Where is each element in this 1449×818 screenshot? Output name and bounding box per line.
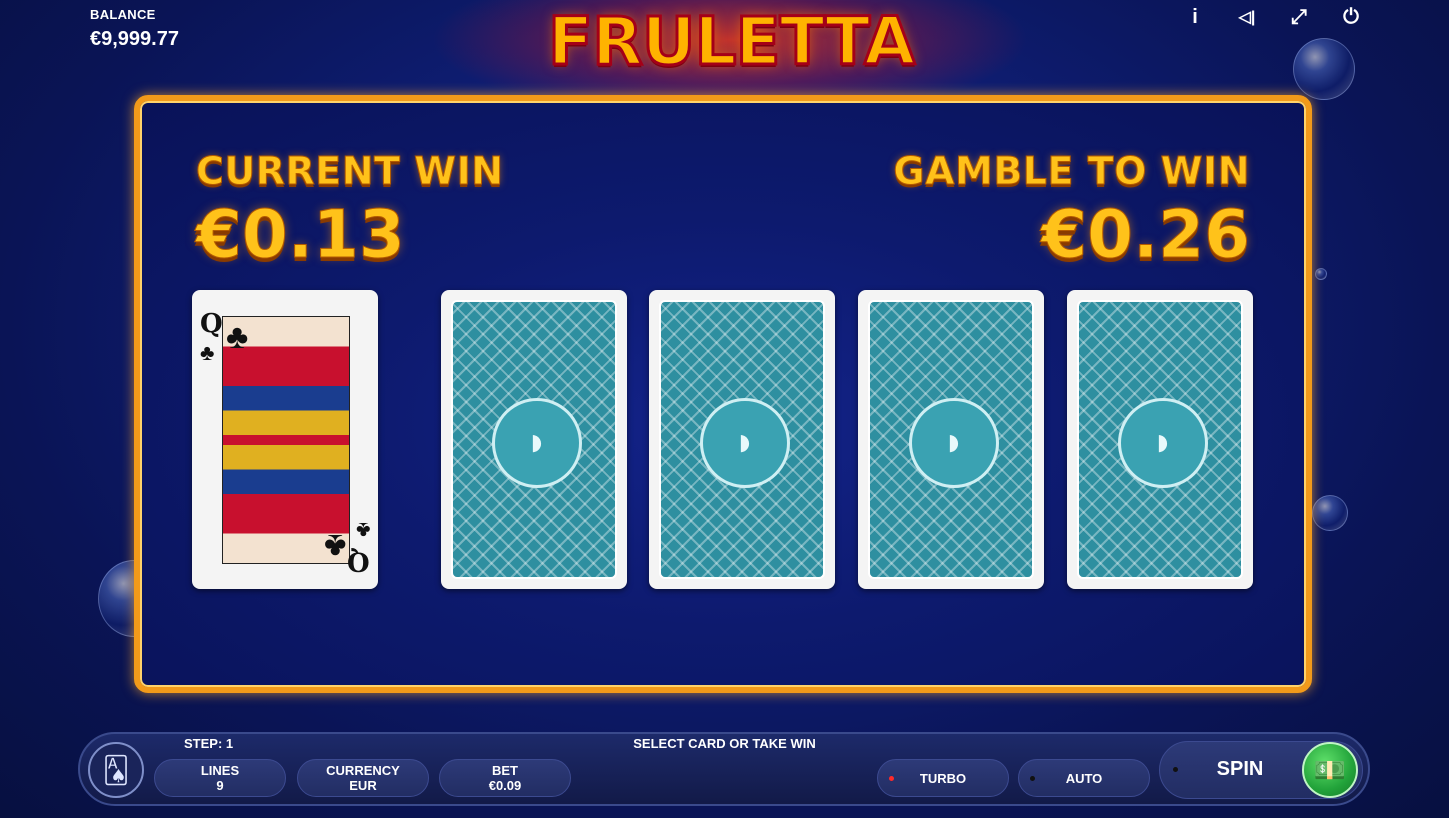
- turbo-label: TURBO: [919, 770, 967, 786]
- sound-icon[interactable]: ◁|: [1232, 6, 1262, 28]
- gamble-to-win-value: €0.26: [1041, 196, 1251, 274]
- top-toolbar: i ◁| ⤢ ⏻: [1180, 6, 1366, 28]
- card-back-pattern: ◗: [659, 300, 825, 579]
- face-down-card-2[interactable]: ◗: [649, 290, 835, 589]
- face-down-card-1[interactable]: ◗: [441, 290, 627, 589]
- info-icon[interactable]: i: [1180, 6, 1210, 28]
- gamble-cards-button[interactable]: 🂡: [88, 742, 144, 798]
- turbo-button[interactable]: TURBO: [877, 759, 1009, 797]
- card-back-pattern: ◗: [868, 300, 1034, 579]
- auto-indicator-dot: [1030, 776, 1035, 781]
- card-back-pattern: ◗: [1077, 300, 1243, 579]
- club-suit-icon: ♣: [200, 340, 215, 365]
- card-emblem-icon: ◗: [492, 397, 582, 488]
- lines-value: 9: [216, 778, 224, 793]
- club-suit-icon: ♣: [355, 518, 370, 543]
- fullscreen-icon[interactable]: ⤢: [1284, 6, 1314, 28]
- balance-value: €9,999.77: [90, 28, 179, 50]
- card-emblem-icon: ◗: [1118, 397, 1208, 488]
- current-win-value: €0.13: [196, 196, 406, 274]
- bubble-decoration: [1312, 495, 1348, 531]
- currency-display[interactable]: CURRENCY EUR: [297, 759, 429, 797]
- dealer-card: Q ♣ ♣ Q ♣ ♣: [192, 290, 378, 589]
- card-rank: Q: [347, 546, 370, 576]
- balance-label: BALANCE: [90, 7, 156, 22]
- card-emblem-icon: ◗: [909, 397, 999, 488]
- card-rank: Q: [200, 309, 223, 339]
- spin-indicator-dot: [1173, 767, 1178, 772]
- game-logo: FRULETTA: [547, 2, 917, 81]
- lines-label: LINES: [200, 763, 240, 778]
- take-win-button[interactable]: 💵: [1302, 742, 1358, 798]
- power-icon[interactable]: ⏻: [1336, 6, 1366, 28]
- face-down-card-4[interactable]: ◗: [1067, 290, 1253, 589]
- bet-label: BET: [492, 763, 518, 778]
- auto-button[interactable]: AUTO: [1018, 759, 1150, 797]
- lines-display[interactable]: LINES 9: [154, 759, 286, 797]
- bubble-decoration: [1293, 38, 1355, 100]
- turbo-indicator-dot: [889, 776, 894, 781]
- bubble-decoration: [1315, 268, 1327, 280]
- gamble-to-win-label: GAMBLE TO WIN: [893, 149, 1250, 194]
- card-emblem-icon: ◗: [700, 397, 790, 488]
- currency-label: CURRENCY: [326, 763, 400, 778]
- club-suit-icon: ♣: [226, 318, 249, 356]
- auto-label: AUTO: [1065, 770, 1103, 786]
- current-win-label: CURRENT WIN: [196, 149, 504, 194]
- bet-value: €0.09: [488, 778, 522, 793]
- club-suit-icon: ♣: [323, 527, 346, 565]
- spin-label: SPIN: [1216, 758, 1264, 780]
- card-back-pattern: ◗: [451, 300, 617, 579]
- currency-value: EUR: [349, 778, 377, 793]
- face-down-card-3[interactable]: ◗: [858, 290, 1044, 589]
- bet-display[interactable]: BET €0.09: [439, 759, 571, 797]
